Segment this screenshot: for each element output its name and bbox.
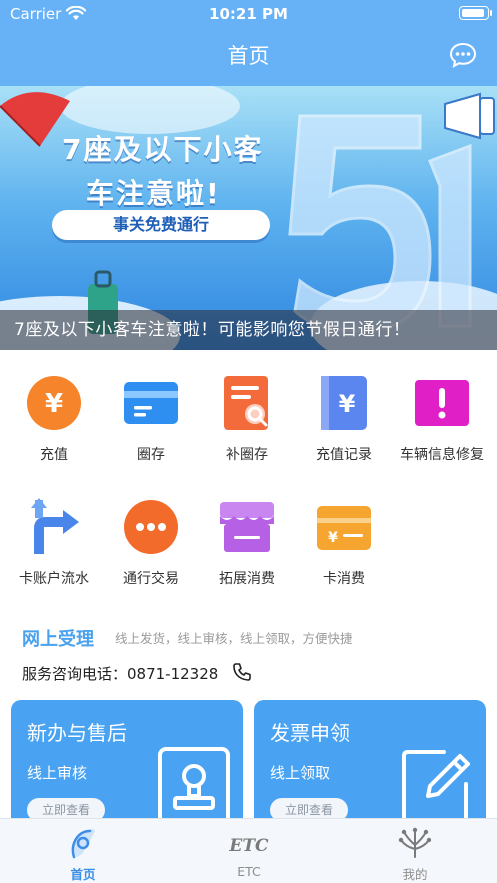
service-label: 车辆信息修复 [400, 447, 484, 463]
yuan-card-icon: ¥ [317, 506, 371, 550]
service-label: 卡账户流水 [19, 571, 89, 587]
chat-bubble-icon[interactable] [449, 42, 477, 68]
yuan-coin-icon: ¥ [27, 376, 81, 430]
banner-headline-2: 车注意啦! [86, 177, 221, 210]
banner-caption: 7座及以下小客车注意啦！可能影响您节假日通行！ [14, 320, 411, 340]
phone-icon[interactable] [232, 662, 252, 682]
card-icon [124, 382, 178, 424]
yuan-book-icon: ¥ [321, 376, 367, 430]
service-toll-transactions[interactable]: 通行交易 [104, 498, 198, 588]
tab-etc[interactable]: ETC ETC [166, 819, 332, 883]
service-load[interactable]: 圈存 [104, 374, 198, 464]
document-search-icon [224, 376, 268, 430]
id-badge-icon [158, 747, 230, 825]
card-subtitle: 线上审核 [27, 764, 88, 782]
etc-icon: ETC [229, 836, 269, 856]
tab-label: ETC [237, 864, 261, 879]
service-hotline[interactable]: 服务咨询电话：0871-12328 [22, 663, 218, 684]
banner-pill: 事关免费通行 [52, 210, 270, 240]
service-reload[interactable]: 补圈存 [200, 374, 294, 464]
status-bar: Carrier 10:21 PM [0, 0, 497, 28]
service-extended-consumption[interactable]: 拓展消费 [200, 498, 294, 588]
page-title: 首页 [227, 44, 270, 68]
card-title: 新办与售后 [27, 721, 127, 745]
service-recharge[interactable]: ¥ 充值 [7, 374, 101, 464]
alert-icon [415, 380, 469, 426]
svg-text:ETC: ETC [229, 836, 269, 856]
card-title: 发票申领 [270, 721, 350, 745]
service-card-consumption[interactable]: ¥ 卡消费 [297, 498, 391, 588]
tab-label: 我的 [402, 867, 428, 882]
top-bar: Carrier 10:21 PM 首页 [0, 0, 497, 86]
service-card-statement[interactable]: 卡账户流水 [7, 498, 101, 588]
tab-home[interactable]: 首页 [0, 819, 166, 883]
svg-text:¥: ¥ [339, 390, 356, 418]
home-icon [71, 829, 95, 859]
service-label: 圈存 [137, 447, 165, 463]
shop-icon [220, 502, 274, 552]
online-section-subtitle: 线上发货，线上审核，线上领取，方便快捷 [115, 631, 353, 646]
banner-headline-1: 7座及以下小客 [62, 133, 264, 166]
tab-mine[interactable]: 我的 [332, 819, 497, 883]
clock: 10:21 PM [209, 5, 288, 23]
service-label: 充值记录 [316, 447, 372, 463]
service-label: 拓展消费 [219, 571, 275, 587]
battery-icon [459, 6, 492, 20]
online-section-title: 网上受理 [22, 629, 94, 650]
profile-icon [398, 827, 432, 858]
service-label: 充值 [40, 447, 68, 463]
service-label: 通行交易 [123, 571, 179, 587]
edit-icon [402, 750, 470, 824]
app-screen: Carrier 10:21 PM 首页 7座及以下小客 车注意啦! 事关免费通行… [0, 0, 497, 883]
svg-text:¥: ¥ [328, 530, 338, 546]
tab-bar: 首页 ETC ETC 我的 [0, 818, 497, 883]
svg-text:¥: ¥ [45, 389, 63, 419]
dots-icon [124, 500, 178, 554]
service-recharge-records[interactable]: ¥ 充值记录 [297, 374, 391, 464]
turn-arrow-icon [31, 498, 79, 554]
tab-label: 首页 [70, 867, 96, 882]
promo-banner[interactable]: 7座及以下小客 车注意啦! 事关免费通行 7座及以下小客车注意啦！可能影响您节假… [0, 86, 497, 350]
service-label: 卡消费 [323, 571, 365, 587]
card-subtitle: 线上领取 [270, 764, 331, 782]
service-vehicle-info-repair[interactable]: 车辆信息修复 [395, 374, 489, 464]
service-label: 补圈存 [226, 447, 268, 463]
